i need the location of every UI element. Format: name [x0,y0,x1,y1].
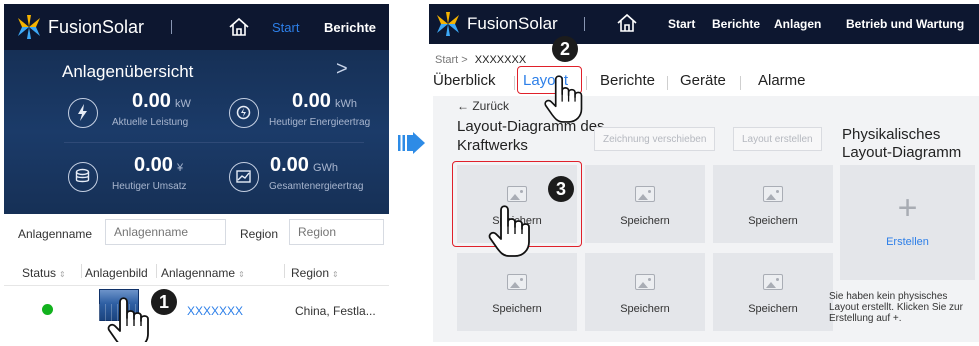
layout-card[interactable]: Speichern [585,253,705,331]
tab-berichte[interactable]: Berichte [600,72,655,89]
breadcrumb: Start > XXXXXXX [435,54,526,66]
step-badge-2: 2 [552,36,578,62]
table-header-status[interactable]: Status ⇕ [22,266,66,280]
kpi-today-energy-value: 0.00 kWh [292,90,357,112]
sort-icon: ⇕ [238,270,245,279]
create-layout-button[interactable]: Layout erstellen [733,127,822,151]
brand-name: FusionSolar [467,14,558,33]
create-physical-layout-card[interactable]: + Erstellen [840,165,975,280]
home-icon[interactable] [228,17,250,37]
sort-icon: ⇕ [59,270,66,279]
right-app-screen: FusionSolar Start Berichte Anlagen Betri… [429,4,979,342]
table-header-plant-image: Anlagenbild [85,266,148,280]
plant-overview-panel: Anlagenübersicht > 0.00 kW Aktuelle Leist… [4,50,389,214]
breadcrumb-start[interactable]: Start [435,54,458,66]
top-navbar: FusionSolar Start Berichte Anlagen Betri… [429,4,979,44]
region-filter-label: Region [240,227,279,241]
fusionsolar-logo-icon [437,12,459,36]
region-search-input[interactable] [289,219,384,245]
image-icon [763,186,783,202]
layout-card[interactable]: Speichern [457,253,577,331]
pointer-hand-icon [488,205,530,257]
lightning-icon [68,98,98,128]
table-header-divider [4,285,389,286]
card-label: Speichern [620,215,670,227]
tab-divider [667,76,668,90]
transition-arrow-icon [398,132,425,154]
kpi-current-power-label: Aktuelle Leistung [112,117,189,128]
nav-betrieb-und-wartung[interactable]: Betrieb und Wartung [846,17,964,31]
tab-divider [740,76,741,90]
create-label: Erstellen [886,236,929,248]
tab-geraete[interactable]: Geräte [680,72,726,89]
image-icon [635,274,655,290]
plant-name-link[interactable]: XXXXXXX [187,304,243,318]
layout-card[interactable]: Speichern [713,165,833,243]
layout-card[interactable]: Speichern [585,165,705,243]
image-icon [763,274,783,290]
overview-title: Anlagenübersicht [62,62,194,81]
kpi-today-revenue-label: Heutiger Umsatz [112,181,187,192]
card-label: Speichern [748,215,798,227]
back-link[interactable]: ← Zurück [457,99,509,113]
nav-start[interactable]: Start [272,20,299,35]
status-indicator [42,304,53,315]
plant-name-search-input[interactable] [105,219,226,245]
nav-berichte[interactable]: Berichte [324,20,376,35]
nav-anlagen[interactable]: Anlagen [774,17,821,31]
step-badge-3: 3 [548,176,574,202]
pointer-hand-icon [107,297,149,342]
navbar-divider [171,20,172,34]
breadcrumb-current: XXXXXXX [474,54,527,66]
card-label: Speichern [492,303,542,315]
breadcrumb-separator: > [461,54,468,66]
kpi-current-power-value: 0.00 kW [132,90,191,112]
image-icon [507,274,527,290]
step-badge-1: 1 [151,289,177,315]
kpi-divider [64,142,364,143]
column-divider [156,264,157,278]
tab-divider [514,76,515,90]
chevron-right-icon[interactable]: > [336,58,348,81]
left-app-screen: FusionSolar Start Berichte Anlagenübersi… [4,4,389,342]
coins-icon [68,162,98,192]
navbar-divider [584,17,585,31]
fusionsolar-logo-icon [18,15,40,39]
chart-icon [229,162,259,192]
kpi-today-energy-label: Heutiger Energieertrag [269,117,371,128]
top-navbar: FusionSolar Start Berichte [4,4,389,50]
kpi-today-revenue-value: 0.00 ¥ [134,154,184,176]
home-icon[interactable] [616,13,638,33]
card-label: Speichern [748,303,798,315]
tab-ueberblick[interactable]: Überblick [433,72,496,89]
kpi-total-energy-label: Gesamtenergieertrag [269,181,364,192]
nav-start[interactable]: Start [668,17,695,31]
column-divider [284,264,285,278]
brand-name: FusionSolar [48,17,145,37]
table-header-plant-name[interactable]: Anlagenname ⇕ [161,266,245,280]
plant-name-filter-label: Anlagenname [18,227,93,241]
sort-icon: ⇕ [332,270,339,279]
layout-card[interactable]: Speichern [713,253,833,331]
image-icon [635,186,655,202]
column-divider [81,264,82,278]
physical-layout-title: Physikalisches Layout-Diagramm [842,126,962,161]
energy-icon [229,98,259,128]
tab-alarme[interactable]: Alarme [758,72,806,89]
no-layout-message: Sie haben kein physisches Layout erstell… [829,291,963,324]
plus-icon: + [897,189,918,227]
table-header-region[interactable]: Region ⇕ [291,266,339,280]
plant-region: China, Festla... [295,304,376,318]
kpi-total-energy-value: 0.00 GWh [270,154,338,176]
move-drawing-button[interactable]: Zeichnung verschieben [594,127,716,151]
nav-berichte[interactable]: Berichte [712,17,760,31]
card-label: Speichern [620,303,670,315]
pointer-hand-icon [544,75,583,123]
